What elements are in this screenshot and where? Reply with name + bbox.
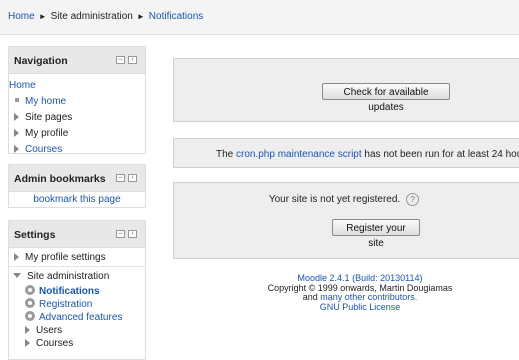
bullet-icon (15, 98, 19, 103)
register-site-button[interactable]: Register your site (332, 219, 420, 249)
expand-arrow-icon[interactable] (14, 113, 19, 122)
navigation-tree: Home My home Site pages My profile Cours… (9, 74, 145, 161)
nav-site-pages-label: Site pages (25, 112, 73, 123)
admin-bookmarks-title: Admin bookmarks (14, 173, 106, 185)
bookmark-this-page-link[interactable]: bookmark this page (33, 194, 120, 205)
and-text: and (302, 292, 321, 302)
navigation-block-header: Navigation – ‹ (9, 47, 145, 74)
dock-icon[interactable]: ‹ (128, 230, 137, 238)
gear-icon (25, 311, 35, 322)
expand-arrow-icon[interactable] (14, 145, 19, 154)
settings-item-users[interactable]: Users (9, 324, 145, 337)
license-link[interactable]: GNU Public License (320, 302, 401, 312)
dock-icon[interactable]: ‹ (128, 56, 137, 64)
breadcrumb: Home ► Site administration ► Notifications (8, 11, 203, 22)
registration-message: Your site is not yet registered.? (174, 193, 514, 206)
nav-home-link[interactable]: Home (9, 80, 36, 91)
bookmark-row: bookmark this page (9, 192, 145, 208)
moodle-version-link[interactable]: Moodle 2.4.1 (Build: 20130114) (298, 273, 423, 283)
courses-label: Courses (36, 338, 74, 349)
notifications-link[interactable]: Notifications (39, 286, 100, 297)
minimize-icon[interactable]: – (116, 174, 125, 182)
nav-item-my-profile[interactable]: My profile (9, 126, 145, 142)
breadcrumb-site-admin: Site administration (50, 11, 133, 22)
cron-text-after: has not been run for at least 24 hours (361, 149, 519, 160)
breadcrumb-notifications-link[interactable]: Notifications (149, 11, 203, 22)
users-label: Users (36, 325, 63, 336)
collapse-arrow-icon[interactable] (13, 273, 21, 279)
registration-link[interactable]: Registration (39, 299, 92, 310)
expand-arrow-icon[interactable] (25, 339, 30, 348)
settings-item-site-administration[interactable]: Site administration (9, 269, 145, 285)
cron-script-link[interactable]: cron.php maintenance script (236, 149, 362, 160)
help-icon[interactable]: ? (406, 193, 420, 206)
settings-tree: My profile settings Site administration … (9, 248, 145, 353)
navigation-block: Navigation – ‹ Home My home Site pages M… (8, 46, 146, 155)
nav-my-profile-label: My profile (25, 128, 69, 139)
settings-item-my-profile-settings[interactable]: My profile settings (9, 250, 145, 267)
my-profile-settings-label: My profile settings (25, 252, 106, 263)
not-registered-text: Your site is not yet registered. (268, 194, 401, 206)
cron-text-before: The (216, 149, 237, 160)
minimize-icon[interactable]: – (116, 230, 125, 238)
settings-block-header: Settings – ‹ (9, 221, 145, 248)
minimize-icon[interactable]: – (116, 56, 125, 64)
breadcrumb-home-link[interactable]: Home (8, 11, 35, 22)
check-updates-button[interactable]: Check for available updates (322, 83, 450, 113)
contributors-link[interactable]: many other contributors. (320, 292, 417, 302)
nav-item-site-pages[interactable]: Site pages (9, 110, 145, 126)
advanced-features-link[interactable]: Advanced features (39, 312, 122, 323)
settings-item-courses[interactable]: Courses (9, 337, 145, 350)
nav-item-home[interactable]: Home (9, 78, 145, 94)
expand-arrow-icon[interactable] (14, 253, 19, 262)
nav-courses-link[interactable]: Courses (25, 144, 62, 155)
update-check-panel: Check for available updates (173, 58, 519, 122)
cron-warning-panel: The cron.php maintenance script has not … (173, 138, 519, 168)
expand-arrow-icon[interactable] (14, 129, 19, 138)
gear-icon (25, 285, 35, 296)
nav-item-my-home[interactable]: My home (9, 94, 145, 110)
top-bar: Home ► Site administration ► Notifications (0, 0, 519, 35)
site-administration-label: Site administration (27, 271, 110, 282)
settings-item-advanced-features[interactable]: Advanced features (9, 311, 145, 324)
gear-icon (25, 298, 35, 309)
settings-block: Settings – ‹ My profile settings Site ad… (8, 220, 146, 360)
breadcrumb-separator: ► (136, 12, 145, 21)
nav-my-home-link[interactable]: My home (25, 96, 66, 107)
settings-item-registration[interactable]: Registration (9, 298, 145, 311)
settings-item-notifications[interactable]: Notifications (9, 285, 145, 298)
nav-item-courses[interactable]: Courses (9, 142, 145, 158)
breadcrumb-separator: ► (38, 12, 47, 21)
admin-bookmarks-block: Admin bookmarks – ‹ bookmark this page (8, 164, 146, 208)
navigation-block-title: Navigation (14, 55, 68, 67)
expand-arrow-icon[interactable] (25, 326, 30, 335)
admin-bookmarks-header: Admin bookmarks – ‹ (9, 165, 145, 192)
page-footer: Moodle 2.4.1 (Build: 20130114) Copyright… (260, 273, 460, 312)
settings-block-title: Settings (14, 229, 56, 241)
registration-panel: Your site is not yet registered.? Regist… (173, 182, 519, 259)
cron-warning-message: The cron.php maintenance script has not … (216, 149, 519, 160)
dock-icon[interactable]: ‹ (128, 174, 137, 182)
